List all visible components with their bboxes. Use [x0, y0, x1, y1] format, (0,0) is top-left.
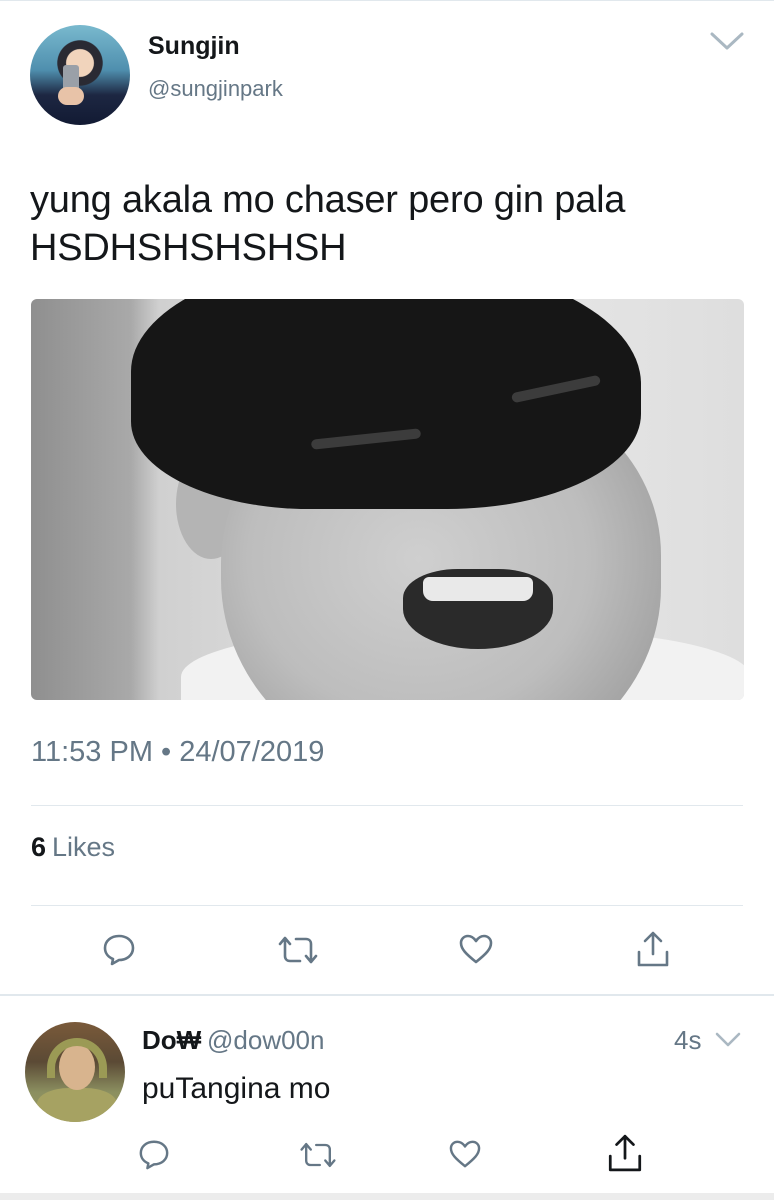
- heart-icon[interactable]: [458, 933, 494, 965]
- share-icon[interactable]: [606, 1133, 644, 1173]
- divider: [31, 805, 743, 806]
- tweet-text: yung akala mo chaser pero gin pala HSDHS…: [30, 179, 626, 269]
- author-avatar[interactable]: [30, 25, 130, 125]
- heart-icon[interactable]: [448, 1139, 482, 1169]
- reply-author-name[interactable]: Do₩: [142, 1025, 201, 1056]
- likes-summary[interactable]: 6 Likes: [31, 832, 115, 863]
- section-divider: [0, 994, 774, 996]
- chevron-down-icon[interactable]: [714, 1030, 742, 1050]
- reply-author-avatar[interactable]: [25, 1022, 125, 1122]
- tweet-photo[interactable]: [31, 299, 744, 700]
- share-icon[interactable]: [636, 930, 670, 968]
- reply-author-handle[interactable]: @dow00n: [207, 1025, 324, 1056]
- tweet-timestamp: 11:53 PM • 24/07/2019: [31, 736, 325, 768]
- author-handle[interactable]: @sungjinpark: [148, 76, 283, 102]
- top-divider: [0, 0, 774, 1]
- retweet-icon[interactable]: [298, 1140, 338, 1170]
- avatar-hood: [47, 1038, 107, 1078]
- avatar-hand: [58, 87, 84, 105]
- chevron-down-icon[interactable]: [708, 28, 746, 54]
- bottom-bar: [0, 1193, 774, 1200]
- reply-time: 4s: [674, 1025, 702, 1055]
- divider: [31, 905, 743, 906]
- photo-hair: [131, 299, 641, 509]
- likes-label: Likes: [52, 832, 116, 862]
- retweet-icon[interactable]: [276, 934, 320, 966]
- photo-teeth: [423, 577, 533, 601]
- reply-icon[interactable]: [102, 932, 136, 966]
- reply-icon[interactable]: [138, 1138, 170, 1170]
- avatar-body: [37, 1088, 117, 1122]
- likes-count: 6: [31, 832, 47, 862]
- reply-text: puTangina mo: [142, 1072, 331, 1105]
- author-name[interactable]: Sungjin: [148, 32, 240, 61]
